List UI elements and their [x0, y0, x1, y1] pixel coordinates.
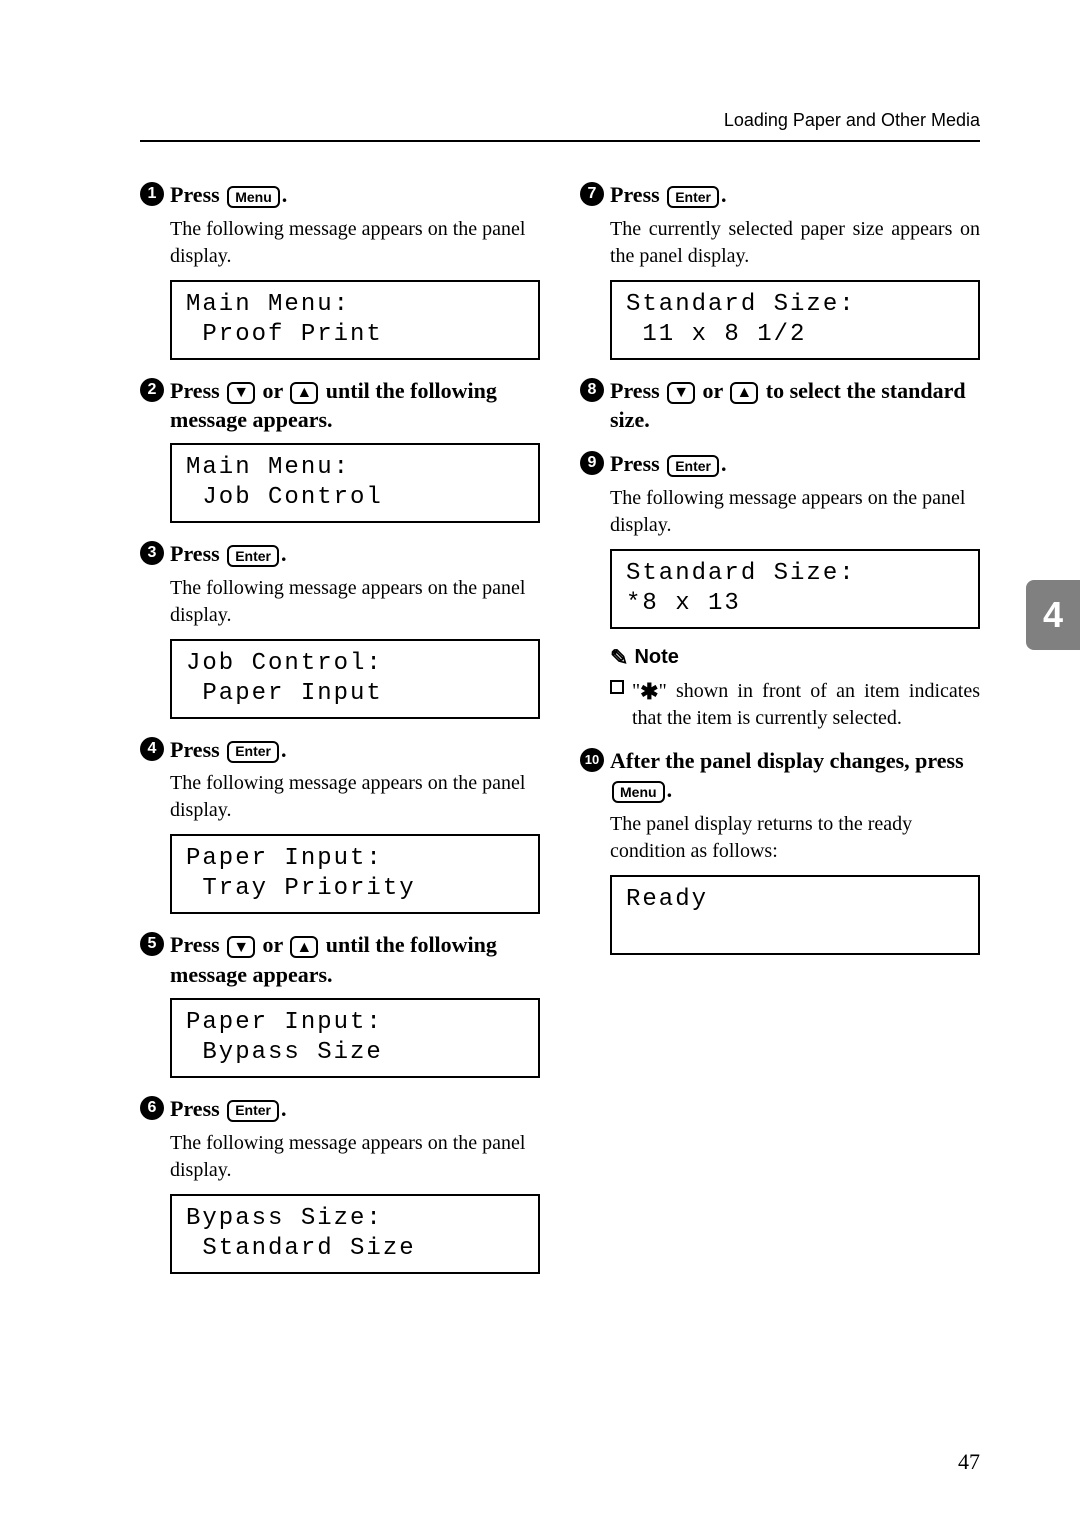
step-8: 8 Press ▼ or ▲ to select the standard si…	[580, 376, 980, 435]
step-text: Press	[170, 1096, 225, 1121]
step-5: 5 Press ▼ or ▲ until the fol­lowing mess…	[140, 930, 540, 1077]
lcd-display: Standard Size: 11 x 8 1/2	[610, 280, 980, 360]
lcd-display: Paper Input: Tray Priority	[170, 834, 540, 914]
step-7: 7 Press Enter. The currently selected pa…	[580, 180, 980, 360]
step-text: or	[257, 378, 288, 403]
pencil-icon: ✎	[610, 645, 628, 671]
enter-key-icon: Enter	[667, 455, 719, 477]
note-text: " shown in front of an item indicates th…	[632, 680, 980, 729]
page-number: 47	[958, 1449, 980, 1475]
step-1: 1 Press Menu. The following message appe…	[140, 180, 540, 360]
step-number-icon: 4	[140, 737, 164, 761]
lcd-display: Main Menu: Job Control	[170, 443, 540, 523]
star-icon: ✱	[640, 677, 658, 707]
step-text: .	[721, 182, 727, 207]
step-text: .	[281, 1096, 287, 1121]
step-text: Press	[610, 182, 665, 207]
up-arrow-key-icon: ▲	[290, 936, 318, 958]
note-item: "✱" shown in front of an item indicates …	[610, 675, 980, 732]
step-number-icon: 10	[580, 748, 604, 772]
step-number-icon: 2	[140, 378, 164, 402]
right-column: 7 Press Enter. The currently selected pa…	[580, 180, 980, 1290]
step-3: 3 Press Enter. The following message app…	[140, 539, 540, 719]
step-text: .	[282, 182, 288, 207]
lcd-display: Main Menu: Proof Print	[170, 280, 540, 360]
step-number-icon: 8	[580, 378, 604, 402]
step-body: The following message appears on the pan…	[610, 485, 980, 539]
enter-key-icon: Enter	[667, 186, 719, 208]
step-number-icon: 9	[580, 451, 604, 475]
step-number-icon: 5	[140, 932, 164, 956]
step-text: .	[721, 451, 727, 476]
step-text: Press	[170, 541, 225, 566]
lcd-display: Ready	[610, 875, 980, 955]
lcd-display: Paper Input: Bypass Size	[170, 998, 540, 1078]
step-body: The following message appears on the pan…	[170, 216, 540, 270]
step-text: Press	[170, 182, 225, 207]
step-text: Press	[170, 737, 225, 762]
step-number-icon: 1	[140, 182, 164, 206]
step-text: or	[697, 378, 728, 403]
step-4: 4 Press Enter. The following message app…	[140, 735, 540, 915]
step-number-icon: 3	[140, 541, 164, 565]
step-text: .	[281, 737, 287, 762]
step-body: The following message appears on the pan…	[170, 770, 540, 824]
up-arrow-key-icon: ▲	[730, 382, 758, 404]
step-text: Press	[170, 378, 225, 403]
left-column: 1 Press Menu. The following message appe…	[140, 180, 540, 1290]
note-label: Note	[634, 646, 678, 669]
step-number-icon: 6	[140, 1096, 164, 1120]
step-body: The following message appears on the pan…	[170, 575, 540, 629]
step-body: The currently selected paper size appear…	[610, 216, 980, 270]
step-2: 2 Press ▼ or ▲ until the fol­lowing mess…	[140, 376, 540, 523]
step-number-icon: 7	[580, 182, 604, 206]
menu-key-icon: Menu	[612, 781, 665, 803]
lcd-display: Job Control: Paper Input	[170, 639, 540, 719]
step-text: .	[667, 777, 673, 802]
menu-key-icon: Menu	[227, 186, 280, 208]
chapter-tab: 4	[1026, 580, 1080, 650]
step-text: or	[257, 932, 288, 957]
step-text: After the panel display chang­es, press	[610, 748, 964, 773]
step-body: The following message appears on the pan…	[170, 1130, 540, 1184]
note-text: "	[632, 680, 640, 702]
down-arrow-key-icon: ▼	[227, 936, 255, 958]
step-body: The panel display returns to the ready c…	[610, 811, 980, 865]
lcd-display: Bypass Size: Standard Size	[170, 1194, 540, 1274]
bullet-box-icon	[610, 680, 624, 694]
down-arrow-key-icon: ▼	[227, 382, 255, 404]
step-text: Press	[610, 451, 665, 476]
header-rule	[140, 140, 980, 142]
up-arrow-key-icon: ▲	[290, 382, 318, 404]
lcd-display: Standard Size: *8 x 13	[610, 549, 980, 629]
enter-key-icon: Enter	[227, 1100, 279, 1122]
enter-key-icon: Enter	[227, 741, 279, 763]
note-heading: ✎ Note	[610, 645, 980, 671]
step-6: 6 Press Enter. The following message app…	[140, 1094, 540, 1274]
step-10: 10 After the panel display chang­es, pre…	[580, 746, 980, 955]
step-text: Press	[170, 932, 225, 957]
step-9: 9 Press Enter. The following message app…	[580, 449, 980, 629]
header-section-title: Loading Paper and Other Media	[724, 110, 980, 131]
step-text: .	[281, 541, 287, 566]
enter-key-icon: Enter	[227, 545, 279, 567]
down-arrow-key-icon: ▼	[667, 382, 695, 404]
step-text: Press	[610, 378, 665, 403]
